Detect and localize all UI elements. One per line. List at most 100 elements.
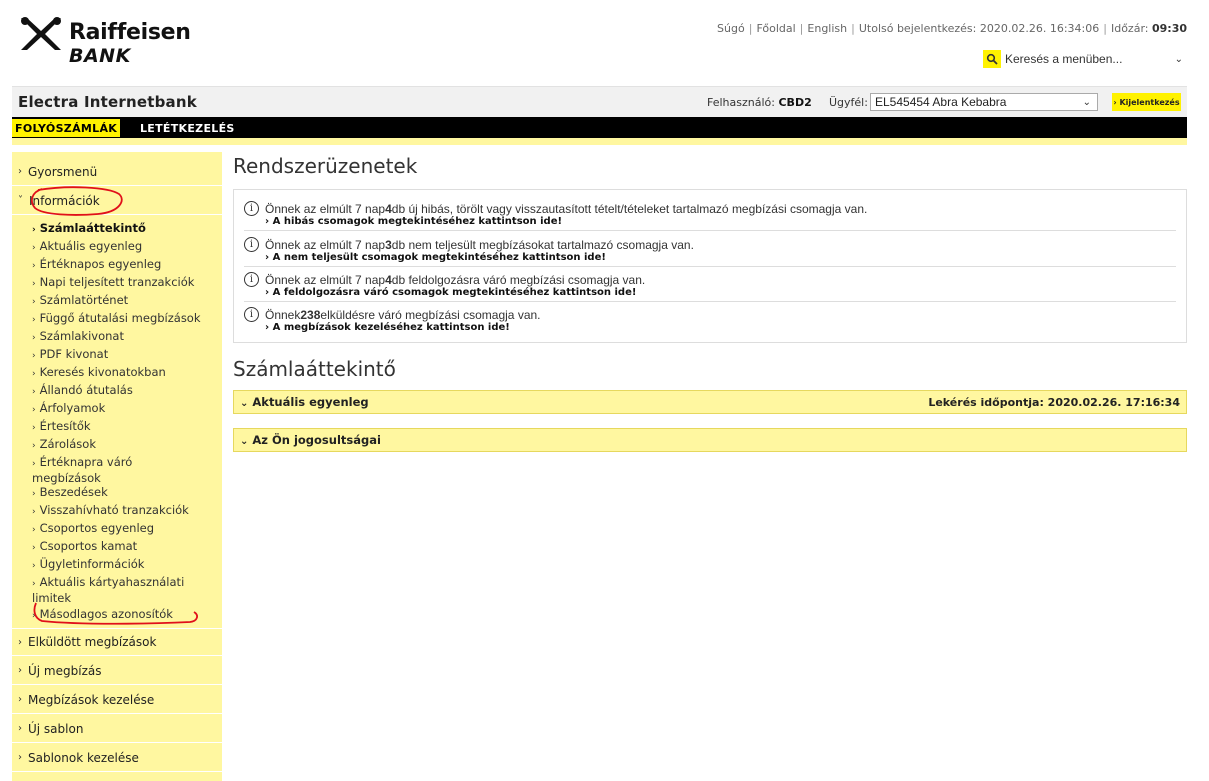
app-title: Electra Internetbank xyxy=(18,93,197,111)
sidebar-item-uj-sablon[interactable]: › Új sablon xyxy=(12,715,222,743)
sidebar-item-elkuldott-megbizasok[interactable]: › Elküldött megbízások xyxy=(12,628,222,656)
sidebar-subitem-label: Számlakivonat xyxy=(39,329,124,343)
sidebar-item-label: Új megbízás xyxy=(28,663,102,678)
sidebar-subitem[interactable]: › Számlatörténet xyxy=(32,293,128,309)
sidebar-item-megbizasok-kezelese[interactable]: › Megbízások kezelése xyxy=(12,686,222,714)
sidebar-subitem-label: Értéknapra váró megbízások xyxy=(32,455,133,485)
message-count: 3 xyxy=(385,237,392,252)
message-text: Önnek az elmúlt 7 nap xyxy=(265,237,386,252)
sidebar-subitem-label: Értéknapos egyenleg xyxy=(39,257,162,271)
main-nav: FOLYÓSZÁMLÁK LETÉTKEZELÉS xyxy=(12,117,1187,138)
raiffeisen-crossed-horses-icon xyxy=(17,14,65,54)
message-count: 4 xyxy=(385,272,392,287)
sidebar-subitem[interactable]: › Napi teljesített tranzakciók xyxy=(32,275,194,291)
sidebar-subitem-label: Árfolyamok xyxy=(39,401,106,415)
sidebar-subitem-label: Csoportos kamat xyxy=(39,539,138,553)
chevron-down-icon: ⌄ xyxy=(1082,96,1091,108)
brand-name: Raiffeisen xyxy=(69,20,191,45)
tab-folyoszamlak[interactable]: FOLYÓSZÁMLÁK xyxy=(12,119,121,137)
client-select[interactable]: EL545454 Abra Kebabra ⌄ xyxy=(870,93,1098,111)
sidebar-subitem-label: Számlatörténet xyxy=(39,293,129,307)
sidebar-subitem-label: Ügyletinformációk xyxy=(39,557,145,571)
menu-search-placeholder: Keresés a menüben... xyxy=(1005,52,1123,66)
sidebar-subitem[interactable]: › Csoportos egyenleg xyxy=(32,521,154,537)
message-link[interactable]: › A hibás csomagok megtekintéséhez katti… xyxy=(265,216,1176,228)
client-label: Ügyfél: xyxy=(829,96,868,109)
sidebar-subitem-label: Függő átutalási megbízások xyxy=(39,311,201,325)
sidebar-subitem-masodlagos-azonositok[interactable]: › Másodlagos azonosítók xyxy=(32,607,173,623)
sidebar-subitem-label: Értesítők xyxy=(39,419,91,433)
sidebar-item-label: Gyorsmenü xyxy=(28,164,98,179)
sidebar-subitem-label: Aktuális kártyahasználati limitek xyxy=(32,575,185,605)
sidebar-subitem-label: Napi teljesített tranzakciók xyxy=(39,275,195,289)
sidebar-subitem-label: Visszahívható tranzakciók xyxy=(39,503,189,517)
sidebar-subitem[interactable]: › Zárolások xyxy=(32,437,96,453)
system-message: i Önnek 238 elküldésre váró megbízási cso… xyxy=(244,307,1176,334)
timer-value: 09:30 xyxy=(1151,22,1187,35)
message-text: Önnek xyxy=(265,307,301,322)
sidebar-subitem[interactable]: › Aktuális egyenleg xyxy=(32,239,142,255)
message-text: db új hibás, törölt vagy visszautasított… xyxy=(391,201,868,216)
sidebar-subitem-label: Számlaáttekintő xyxy=(39,221,146,235)
message-text: elküldésre váró megbízási csomagja van. xyxy=(320,307,541,322)
english-link[interactable]: English xyxy=(807,22,847,35)
panel-label: Aktuális egyenleg xyxy=(252,395,369,409)
help-link[interactable]: Súgó xyxy=(717,22,745,35)
info-icon: i xyxy=(244,272,259,287)
sidebar-subitem[interactable]: › Állandó átutalás xyxy=(32,383,133,399)
panel-jogosultsagok[interactable]: ⌄ Az Ön jogosultságai xyxy=(233,428,1187,452)
sidebar-item-label: Megbízások kezelése xyxy=(28,692,155,707)
sidebar-subitem[interactable]: › Függő átutalási megbízások xyxy=(32,311,201,327)
system-message: i Önnek az elmúlt 7 nap 3 db nem teljesül… xyxy=(244,237,1176,264)
message-text: Önnek az elmúlt 7 nap xyxy=(265,201,386,216)
divider xyxy=(244,266,1176,267)
sidebar-subitem[interactable]: › Értéknapra váró megbízások xyxy=(32,455,162,485)
sidebar-subitem[interactable]: › Számlakivonat xyxy=(32,329,124,345)
message-link[interactable]: › A feldolgozásra váró csomagok megtekin… xyxy=(265,287,1176,299)
timer-label: Időzár: xyxy=(1110,22,1149,35)
user-value: CBD2 xyxy=(778,96,812,109)
sidebar-subitem[interactable]: › PDF kivonat xyxy=(32,347,108,363)
sidebar-subitem[interactable]: › Értéknapos egyenleg xyxy=(32,257,161,273)
sidebar-subitem[interactable]: › Beszedések xyxy=(32,485,108,501)
sidebar-subitem[interactable]: › Keresés kivonatokban xyxy=(32,365,166,381)
home-link[interactable]: Főoldal xyxy=(756,22,795,35)
panel-aktualis-egyenleg[interactable]: ⌄ Aktuális egyenleg Lekérés időpontja: 20… xyxy=(233,390,1187,414)
search-icon[interactable] xyxy=(983,50,1001,68)
last-login-label: Utolsó bejelentkezés: xyxy=(858,22,977,35)
overview-title: Számlaáttekintő xyxy=(233,357,396,381)
sidebar-subitem[interactable]: › Aktuális kártyahasználati limitek xyxy=(32,575,217,605)
sidebar-subitem-label: Másodlagos azonosítók xyxy=(39,607,173,621)
menu-search[interactable]: Keresés a menüben... ⌄ xyxy=(983,49,1187,69)
system-messages-box: i Önnek az elmúlt 7 nap 4 db új hibás, tö… xyxy=(233,189,1187,343)
message-text: db nem teljesült megbízásokat tartalmazó… xyxy=(391,237,694,252)
system-message: i Önnek az elmúlt 7 nap 4 db új hibás, tö… xyxy=(244,201,1176,228)
chevron-down-icon: ⌄ xyxy=(1174,53,1183,65)
info-icon: i xyxy=(244,201,259,216)
sidebar-item-gyorsmenu[interactable]: › Gyorsmenü xyxy=(12,158,222,186)
sidebar-subitem-label: Zárolások xyxy=(39,437,96,451)
sidebar-subitem[interactable]: › Árfolyamok xyxy=(32,401,105,417)
sidebar-item-sablonok-kezelese[interactable]: › Sablonok kezelése xyxy=(12,744,222,772)
sidebar-subitem[interactable]: › Csoportos kamat xyxy=(32,539,137,555)
sidebar-subitem-szamlaattekinto[interactable]: › Számlaáttekintő xyxy=(32,221,146,237)
sidebar-item-label: Elküldött megbízások xyxy=(28,635,157,649)
sidebar-item-uj-megbizas[interactable]: › Új megbízás xyxy=(12,657,222,685)
message-link[interactable]: › A megbízások kezeléséhez kattintson id… xyxy=(265,322,1176,334)
message-count: 4 xyxy=(385,201,392,216)
sidebar-subitem[interactable]: › Visszahívható tranzakciók xyxy=(32,503,189,519)
system-message: i Önnek az elmúlt 7 nap 4 db feldolgozásr… xyxy=(244,272,1176,299)
sidebar-item-informaciok[interactable]: ˅ Információk xyxy=(12,187,222,215)
message-link[interactable]: › A nem teljesült csomagok megtekintéséh… xyxy=(265,252,1176,264)
logout-button[interactable]: › Kijelentkezés xyxy=(1112,93,1181,111)
sidebar-subitem-label: Állandó átutalás xyxy=(39,383,133,397)
sidebar-subitem[interactable]: › Értesítők xyxy=(32,419,91,435)
sidebar-subitem-label: Keresés kivonatokban xyxy=(39,365,166,379)
panel-label: Az Ön jogosultságai xyxy=(252,433,381,447)
message-text: Önnek az elmúlt 7 nap xyxy=(265,272,386,287)
tab-letetkezeles[interactable]: LETÉTKEZELÉS xyxy=(137,119,238,137)
menu-search-select[interactable]: Keresés a menüben... ⌄ xyxy=(1001,49,1187,69)
nav-underline xyxy=(12,138,1187,145)
sidebar-subitem[interactable]: › Ügyletinformációk xyxy=(32,557,144,573)
sidebar-item-label: Új sablon xyxy=(28,721,84,736)
